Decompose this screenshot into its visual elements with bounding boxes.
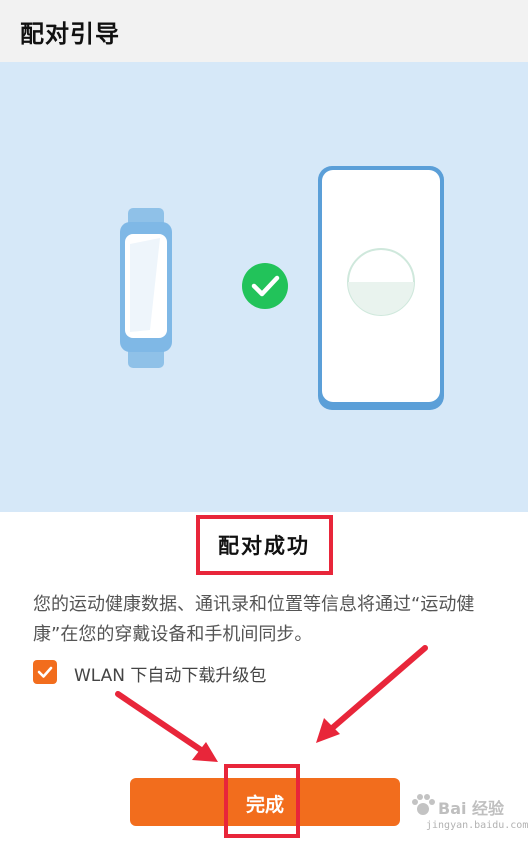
paw-icon bbox=[412, 794, 435, 815]
fitness-band-icon bbox=[120, 208, 172, 368]
wlan-auto-download-label[interactable]: WLAN 下自动下载升级包 bbox=[74, 661, 266, 686]
wlan-auto-download-checkbox[interactable] bbox=[33, 660, 57, 684]
annotation-box-button bbox=[224, 764, 300, 838]
sync-description: 您的运动健康数据、通讯录和位置等信息将通过“运动健康”在您的穿戴设备和手机间同步… bbox=[33, 594, 475, 645]
pairing-illustration bbox=[0, 62, 528, 512]
app-header: 配对引导 bbox=[0, 0, 528, 62]
watermark-text: Bai 经验 bbox=[438, 799, 505, 818]
baidu-watermark: Bai 经验 jingyan.baidu.com bbox=[408, 790, 528, 838]
checkmark-icon bbox=[37, 666, 53, 678]
annotation-box-title bbox=[196, 515, 333, 575]
watermark-url: jingyan.baidu.com bbox=[426, 820, 528, 831]
annotation-arrow-right bbox=[316, 645, 428, 743]
annotation-arrow-left bbox=[115, 691, 218, 762]
check-circle-icon bbox=[242, 263, 288, 309]
page-title: 配对引导 bbox=[20, 20, 120, 48]
phone-icon bbox=[318, 166, 444, 410]
